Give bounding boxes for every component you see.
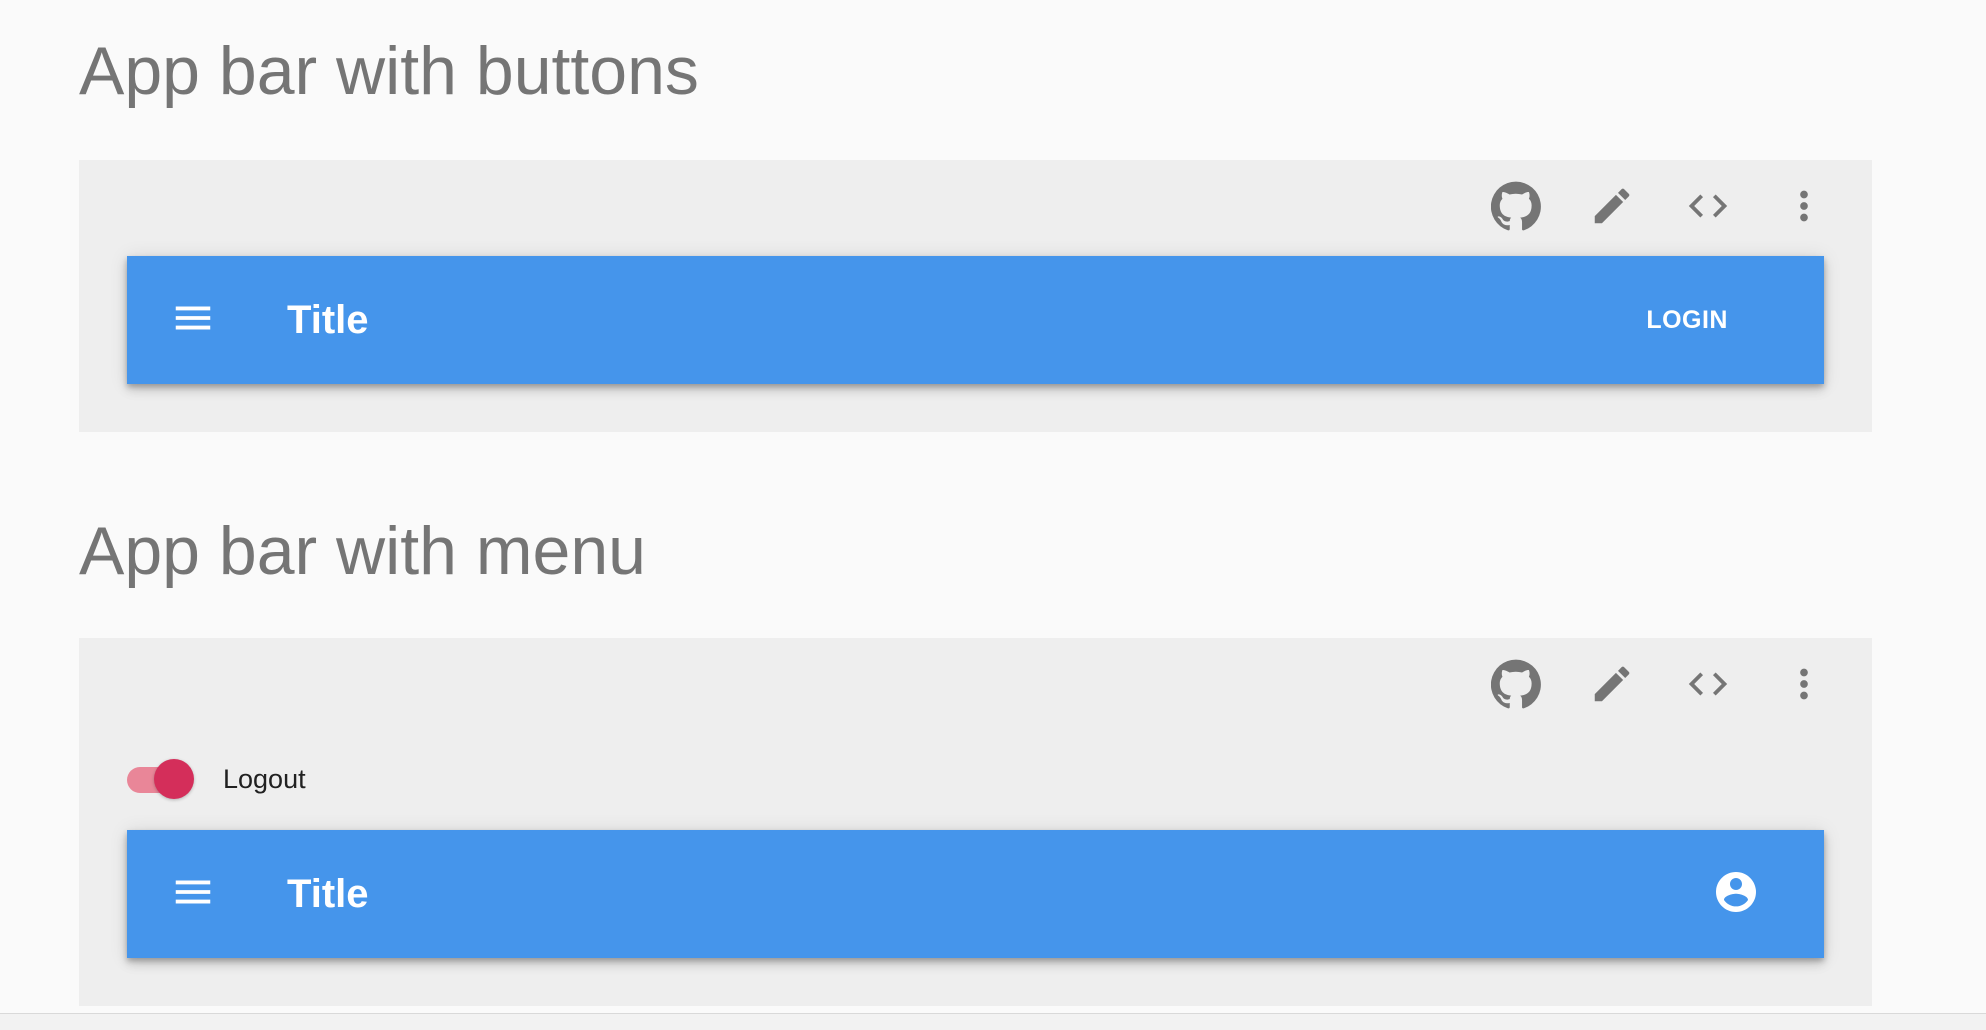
show-source-button[interactable] [1660, 652, 1756, 716]
more-vert-icon [1781, 183, 1827, 229]
account-button[interactable] [1700, 858, 1772, 930]
demo-app-bar-with-buttons: Title LOGIN [79, 160, 1872, 432]
app-bar-title: Title [287, 872, 369, 916]
demo-toolbar [1468, 174, 1852, 238]
show-source-button[interactable] [1660, 174, 1756, 238]
github-icon [1491, 181, 1541, 231]
app-bar: Title LOGIN [127, 256, 1824, 384]
more-vert-icon [1781, 661, 1827, 707]
section-heading-menu: App bar with menu [79, 513, 646, 589]
app-bar-title: Title [287, 298, 369, 342]
switch-thumb[interactable] [154, 759, 194, 799]
github-button[interactable] [1468, 652, 1564, 716]
app-bar: Title [127, 830, 1824, 958]
menu-button[interactable] [157, 284, 229, 356]
menu-button[interactable] [157, 858, 229, 930]
demo-toolbar [1468, 652, 1852, 716]
demo-app-bar-with-menu: Logout Title [79, 638, 1872, 1006]
window-bottom-edge [0, 1013, 1986, 1030]
pencil-icon [1589, 661, 1635, 707]
section-heading-buttons: App bar with buttons [79, 33, 699, 109]
menu-icon [170, 295, 216, 346]
github-button[interactable] [1468, 174, 1564, 238]
login-button[interactable]: LOGIN [1630, 290, 1744, 350]
code-icon [1685, 661, 1731, 707]
github-icon [1491, 659, 1541, 709]
more-options-button[interactable] [1756, 652, 1852, 716]
account-circle-icon [1712, 868, 1760, 921]
logout-switch[interactable] [127, 755, 197, 803]
code-icon [1685, 183, 1731, 229]
logout-switch-label: Logout [223, 763, 306, 794]
pencil-icon [1589, 183, 1635, 229]
logout-switch-row: Logout [127, 755, 306, 803]
edit-button[interactable] [1564, 174, 1660, 238]
edit-button[interactable] [1564, 652, 1660, 716]
more-options-button[interactable] [1756, 174, 1852, 238]
page: App bar with buttons Title LOGIN App bar… [0, 0, 1986, 1030]
menu-icon [170, 869, 216, 920]
